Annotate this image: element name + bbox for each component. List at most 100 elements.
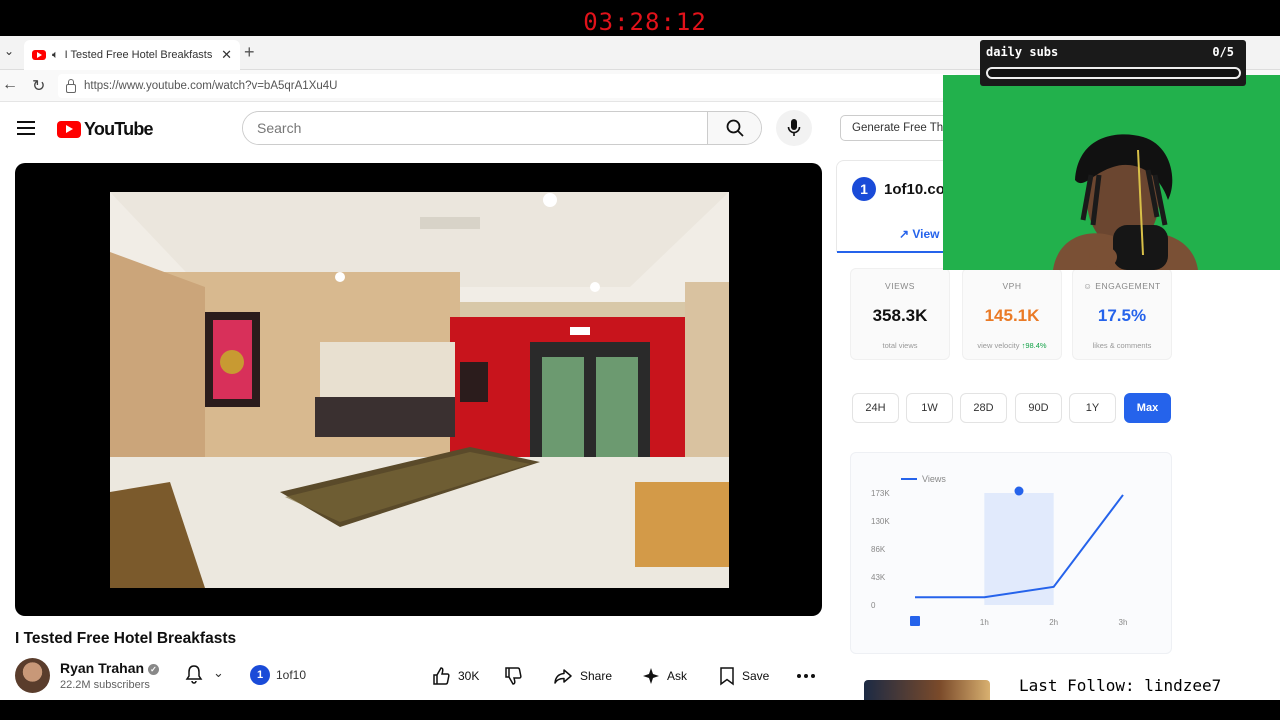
dislike-button[interactable]: [503, 660, 530, 692]
stat-value: 17.5%: [1097, 306, 1147, 325]
views-chart[interactable]: 173K 130K 86K 43K 0 1h 2h 3h Views: [851, 453, 1173, 655]
webcam-overlay: [943, 75, 1280, 270]
subs-goal-count: 0/5: [1212, 45, 1234, 59]
subs-goal-progress-bar: [986, 67, 1241, 79]
new-tab-icon[interactable]: +: [244, 42, 255, 63]
youtube-logo[interactable]: YouTube: [57, 119, 154, 140]
stat-caption: view velocity ↑98.4%: [963, 341, 1061, 350]
youtube-favicon-icon: [32, 50, 46, 60]
1of10-extension-button[interactable]: 1 1of10: [250, 665, 306, 685]
chart-y-tick-label: 86K: [871, 545, 886, 554]
voice-search-button[interactable]: [776, 110, 812, 146]
tab-title: I Tested Free Hotel Breakfasts: [64, 49, 213, 61]
range-1y-button[interactable]: 1Y: [1069, 393, 1116, 423]
stat-card-views: VIEWS 358.3K total views: [850, 268, 950, 360]
more-horizontal-icon: [797, 674, 815, 678]
tab-list-chevron-icon[interactable]: ⌄: [4, 44, 14, 58]
1of10-brand-icon: 1: [852, 177, 876, 201]
stat-value: 145.1K: [984, 306, 1040, 325]
share-label: Share: [580, 669, 613, 683]
share-button[interactable]: Share: [553, 660, 612, 692]
channel-name[interactable]: Ryan Trahan ✓: [60, 660, 160, 676]
stat-value: 358.3K: [872, 306, 928, 325]
stat-caption: likes & comments: [1092, 341, 1152, 350]
chart-x-tick-label: 1h: [980, 618, 989, 627]
stat-card-engagement: ☺ ENGAGEMENT 17.5% likes & comments: [1072, 268, 1172, 360]
subs-goal-label: daily subs: [986, 45, 1059, 59]
chart-legend-label: Views: [922, 474, 946, 484]
video-title: I Tested Free Hotel Breakfasts: [15, 630, 237, 647]
range-90d-button[interactable]: 90D: [1015, 393, 1062, 423]
channel-avatar[interactable]: [15, 658, 50, 693]
tab-views[interactable]: ↗ View: [899, 227, 940, 241]
microphone-icon: [787, 119, 801, 136]
notification-bell-button[interactable]: [185, 664, 203, 689]
video-frame-hotel-lobby: [110, 192, 729, 588]
chart-x-tick-label: 2h: [1049, 618, 1058, 627]
save-button[interactable]: Save: [719, 660, 769, 692]
tab-views-label: View: [912, 227, 940, 241]
1of10-label: 1of10: [276, 668, 307, 682]
url-field[interactable]: https://www.youtube.com/watch?v=bA5qrA1X…: [58, 74, 958, 98]
chart-y-tick-label: 0: [871, 601, 876, 610]
browser-tab-active[interactable]: 🔈︎ I Tested Free Hotel Breakfasts ✕: [24, 40, 240, 70]
youtube-logo-text: YouTube: [84, 119, 154, 139]
stat-label: VIEWS: [885, 281, 915, 291]
last-follow-overlay: Last Follow: lindzee7: [1001, 672, 1280, 700]
bottom-border: [0, 700, 1280, 720]
speaker-icon[interactable]: 🔈︎: [52, 49, 59, 62]
panel-brand-name: 1of10.co: [884, 181, 945, 198]
youtube-play-icon: [57, 121, 81, 138]
channel-name-text: Ryan Trahan: [60, 660, 145, 676]
active-tab-indicator: [837, 251, 947, 253]
search-button[interactable]: [707, 112, 761, 144]
search-icon: [726, 119, 744, 137]
menu-icon[interactable]: [17, 121, 35, 139]
range-28d-button[interactable]: 28D: [960, 393, 1007, 423]
like-button[interactable]: 30K: [431, 660, 479, 692]
bell-icon: [185, 665, 203, 684]
url-text: https://www.youtube.com/watch?v=bA5qrA1X…: [84, 80, 338, 92]
save-label: Save: [742, 669, 770, 683]
range-24h-button[interactable]: 24H: [852, 393, 899, 423]
more-actions-button[interactable]: [796, 660, 823, 692]
subscription-chevron-down-icon[interactable]: ⌄: [213, 665, 224, 681]
stream-timer: 03:28:12: [583, 8, 707, 36]
daily-subs-goal-widget: daily subs 0/5: [980, 40, 1246, 86]
back-icon[interactable]: ←: [2, 76, 18, 94]
range-1w-button[interactable]: 1W: [906, 393, 953, 423]
chart-y-tick-label: 173K: [871, 489, 890, 498]
video-player[interactable]: [15, 163, 822, 616]
stat-caption: total views: [882, 341, 918, 350]
like-count: 30K: [458, 669, 480, 683]
verified-badge-icon: ✓: [148, 664, 160, 675]
thumbs-up-icon: [433, 667, 450, 685]
stat-card-vph: VPH 145.1K view velocity ↑98.4%: [962, 268, 1062, 360]
chart-y-tick-label: 130K: [871, 517, 890, 526]
chart-x-tick-label: 3h: [1119, 618, 1128, 627]
range-max-button[interactable]: Max: [1124, 393, 1171, 423]
search-input[interactable]: [243, 112, 707, 144]
chart-start-marker-icon: [910, 616, 920, 626]
trend-up-icon: ↗: [899, 227, 913, 241]
chart-event-marker: [1014, 486, 1024, 496]
sparkle-icon: [643, 668, 659, 684]
reload-icon[interactable]: ↻: [32, 76, 45, 96]
close-tab-icon[interactable]: ✕: [221, 47, 232, 63]
ask-label: Ask: [667, 669, 688, 683]
lock-icon: [66, 78, 76, 93]
screen: 03:28:12 ⌄ 🔈︎ I Tested Free Hotel Breakf…: [0, 0, 1280, 720]
stat-caption-text: view velocity: [977, 341, 1020, 350]
search-box: [242, 111, 762, 145]
stat-label: VPH: [1002, 281, 1022, 291]
ask-button[interactable]: Ask: [642, 660, 687, 692]
thumbs-down-icon: [505, 667, 522, 685]
views-chart-card: 173K 130K 86K 43K 0 1h 2h 3h Views: [850, 452, 1172, 654]
share-icon: [554, 669, 572, 684]
stream-top-bar: 03:28:12: [0, 0, 1280, 36]
1of10-logo-icon: 1: [250, 665, 270, 685]
video-owner-row: Ryan Trahan ✓ 22.2M subscribers ⌄ 1 1of10…: [15, 658, 835, 694]
subscriber-count: 22.2M subscribers: [60, 679, 150, 691]
stat-change: ↑98.4%: [1021, 341, 1047, 350]
stat-label: ☺ ENGAGEMENT: [1083, 281, 1161, 291]
